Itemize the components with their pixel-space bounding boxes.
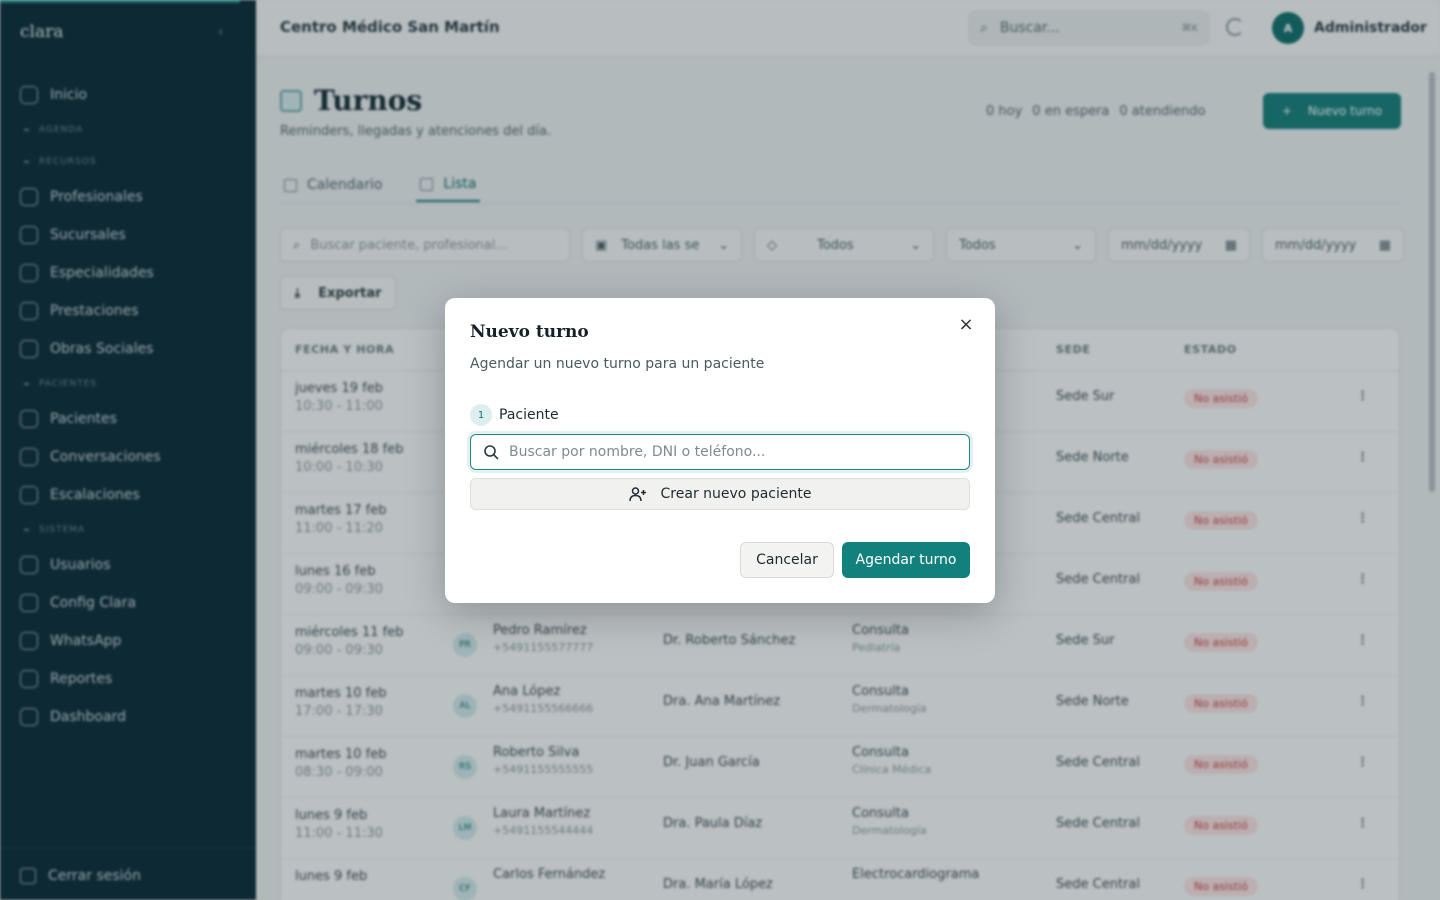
close-icon[interactable]: × [957,316,975,334]
search-icon [484,445,499,460]
cancel-button[interactable]: Cancelar [740,542,834,578]
step-label: Paciente [499,407,559,423]
step-number-badge: 1 [470,404,492,426]
create-patient-label: Crear nuevo paciente [660,486,812,502]
step-patient: 1 Paciente [470,404,559,426]
dialog-title: Nuevo turno [470,322,589,342]
dialog-subtitle: Agendar un nuevo turno para un paciente [470,356,765,372]
user-plus-icon [628,487,646,502]
patient-search-field[interactable] [470,434,970,470]
create-patient-button[interactable]: Crear nuevo paciente [470,478,970,510]
schedule-appointment-button[interactable]: Agendar turno [842,542,970,578]
new-appointment-dialog: × Nuevo turno Agendar un nuevo turno par… [445,298,995,603]
patient-search-input[interactable] [509,444,949,460]
